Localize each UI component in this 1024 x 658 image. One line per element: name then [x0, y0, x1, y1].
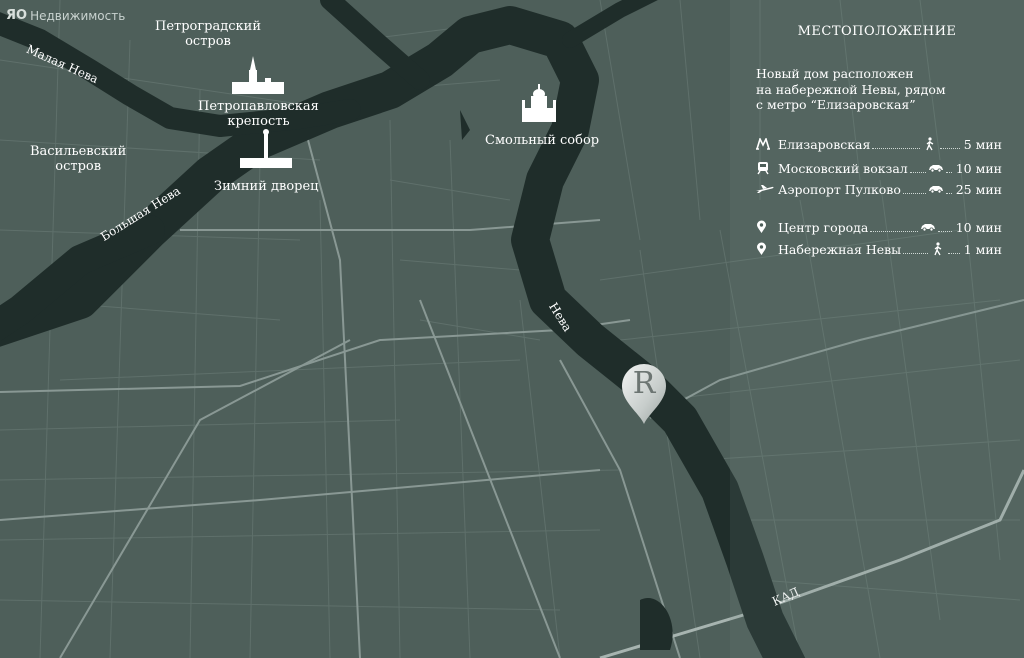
- panel-description: Новый дом расположен на набережной Невы,…: [756, 66, 1006, 113]
- label-vasilievsky-line1: Васильевский: [30, 144, 127, 159]
- row-leader: [909, 171, 926, 173]
- label-petrogradsky: Петроградский остров: [155, 19, 261, 49]
- row-name: Елизаровская: [778, 136, 871, 152]
- row-time: 10 мин: [955, 160, 1002, 176]
- property-marker[interactable]: R: [620, 362, 668, 426]
- row-time: 25 мин: [955, 181, 1002, 197]
- row-time: 5 мин: [963, 136, 1002, 152]
- row-leader-2: [945, 192, 952, 194]
- marker-letter: R: [632, 366, 656, 401]
- row-leader-2: [945, 171, 952, 173]
- row-name: Центр города: [778, 219, 869, 235]
- row-time: 10 мин: [955, 219, 1002, 235]
- distance-row-station: Московский вокзал 10 мин: [756, 159, 1002, 177]
- label-petrogradsky-line2: остров: [185, 34, 231, 49]
- row-name: Московский вокзал: [778, 160, 908, 176]
- row-leader-2: [939, 147, 960, 149]
- distance-row-airport: Аэропорт Пулково 25 мин: [756, 180, 1002, 198]
- label-fortress-line1: Петропавловская: [198, 99, 319, 114]
- distance-row-metro: Елизаровская 5 мин: [756, 135, 1002, 153]
- row-leader: [872, 147, 920, 149]
- row-leader-2: [937, 230, 952, 232]
- location-pin-icon: [756, 220, 778, 234]
- label-winter-palace: Зимний дворец: [214, 179, 319, 194]
- walk-icon: [922, 137, 938, 151]
- panel-title: МЕСТОПОЛОЖЕНИЕ: [797, 24, 957, 39]
- row-leader: [902, 192, 926, 194]
- location-pin-icon: [756, 242, 778, 256]
- distance-row-embankment: Набережная Невы 1 мин: [756, 240, 1002, 258]
- map-view[interactable]: ЯО Недвижимость Петроградский остров Вас…: [0, 0, 1024, 658]
- car-icon: [920, 222, 936, 232]
- train-icon: [756, 161, 778, 175]
- row-leader: [870, 230, 918, 232]
- label-smolny: Смольный собор: [485, 133, 600, 148]
- panel-description-line1: Новый дом расположен: [756, 66, 914, 81]
- yandex-realty-logo[interactable]: ЯО Недвижимость: [6, 8, 125, 23]
- logo-text: Недвижимость: [30, 8, 126, 23]
- car-icon: [928, 184, 944, 194]
- row-time: 1 мин: [963, 241, 1002, 257]
- row-name: Набережная Невы: [778, 241, 902, 257]
- label-petrogradsky-line1: Петроградский: [155, 19, 261, 34]
- panel-description-line2: на набережной Невы, рядом: [756, 81, 946, 97]
- metro-icon: [756, 138, 778, 150]
- plane-icon: [756, 184, 778, 194]
- label-fortress: Петропавловская крепость: [198, 99, 319, 129]
- label-vasilievsky-line2: остров: [55, 159, 102, 174]
- walk-icon: [930, 242, 946, 256]
- row-leader-2: [947, 252, 960, 254]
- distance-row-center: Центр города 10 мин: [756, 218, 1002, 236]
- logo-mark: ЯО: [6, 8, 28, 23]
- car-icon: [928, 163, 944, 173]
- row-leader: [903, 252, 928, 254]
- label-fortress-line2: крепость: [227, 114, 290, 129]
- label-vasilievsky: Васильевский остров: [30, 144, 126, 174]
- panel-description-line3: с метро “Елизаровская”: [756, 97, 916, 112]
- row-name: Аэропорт Пулково: [778, 181, 901, 197]
